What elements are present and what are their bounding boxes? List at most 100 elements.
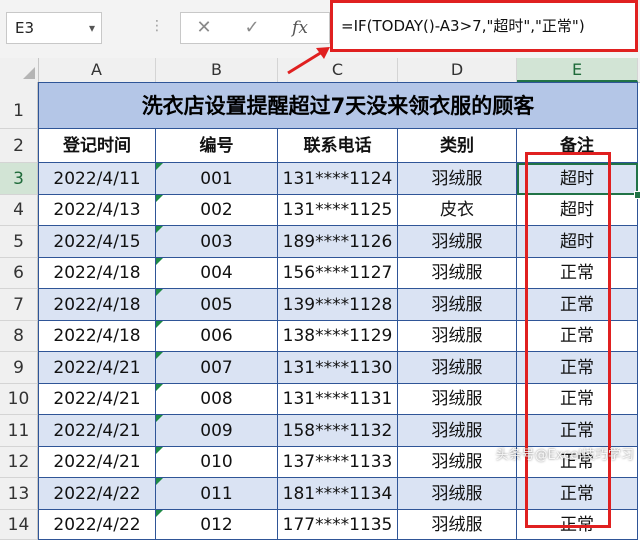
column-header-b[interactable]: B [156,58,278,82]
data-cell[interactable]: 131****1125 [278,195,398,226]
data-cell[interactable]: 2022/4/21 [38,384,156,415]
header-cell-b[interactable]: 编号 [156,129,278,163]
data-cell[interactable]: 羽绒服 [398,163,517,195]
data-cell[interactable]: 2022/4/11 [38,163,156,195]
data-cell[interactable]: 138****1129 [278,321,398,352]
column-header-c[interactable]: C [278,58,398,82]
data-cell[interactable]: 009 [156,415,278,447]
row-header-8[interactable]: 8 [0,321,38,352]
data-cell[interactable]: 羽绒服 [398,289,517,321]
header-cell-a[interactable]: 登记时间 [38,129,156,163]
data-cell[interactable]: 005 [156,289,278,321]
select-all-corner[interactable] [0,58,39,82]
data-cell[interactable]: 2022/4/22 [38,510,156,540]
data-cell[interactable]: 正常 [517,384,638,415]
row-header-7[interactable]: 7 [0,289,38,321]
column-header-a[interactable]: A [38,58,156,82]
header-cell-c[interactable]: 联系电话 [278,129,398,163]
data-cell[interactable]: 正常 [517,321,638,352]
row-header-9[interactable]: 9 [0,352,38,384]
header-cell-d[interactable]: 类别 [398,129,517,163]
data-cell[interactable]: 2022/4/22 [38,478,156,510]
data-cell[interactable]: 131****1130 [278,352,398,384]
row-header-4[interactable]: 4 [0,195,38,226]
data-cell[interactable]: 007 [156,352,278,384]
column-header-d[interactable]: D [398,58,517,82]
data-cell[interactable]: 正常 [517,478,638,510]
row-header-14[interactable]: 14 [0,510,38,540]
enter-icon[interactable]: ✓ [237,13,267,43]
insert-function-icon[interactable]: fx [285,13,315,43]
data-cell[interactable]: 羽绒服 [398,478,517,510]
data-cell[interactable]: 2022/4/21 [38,447,156,478]
error-indicator-icon[interactable] [156,510,163,517]
row-header-1[interactable]: 1 [0,82,38,129]
row-header-5[interactable]: 5 [0,226,38,258]
error-indicator-icon[interactable] [156,226,163,233]
data-cell[interactable]: 正常 [517,415,638,447]
data-cell[interactable]: 2022/4/18 [38,321,156,352]
data-cell[interactable]: 011 [156,478,278,510]
error-indicator-icon[interactable] [156,163,163,170]
formula-bar-grip-icon[interactable]: ⋮ [150,18,164,34]
data-cell[interactable]: 001 [156,163,278,195]
data-cell[interactable]: 2022/4/13 [38,195,156,226]
row-header-10[interactable]: 10 [0,384,38,415]
cancel-icon[interactable]: ✕ [189,13,219,43]
row-header-11[interactable]: 11 [0,415,38,447]
data-cell[interactable]: 羽绒服 [398,352,517,384]
data-cell[interactable]: 正常 [517,352,638,384]
data-cell[interactable]: 超时 [517,195,638,226]
data-cell[interactable]: 002 [156,195,278,226]
data-cell[interactable]: 超时 [517,163,638,195]
formula-input[interactable]: =IF(TODAY()-A3>7,"超时","正常") [330,0,638,52]
data-cell[interactable]: 003 [156,226,278,258]
column-header-e[interactable]: E [517,58,638,82]
data-cell[interactable]: 2022/4/21 [38,415,156,447]
header-cell-e[interactable]: 备注 [517,129,638,163]
error-indicator-icon[interactable] [156,447,163,454]
name-box[interactable]: E3 ▾ [6,12,102,44]
error-indicator-icon[interactable] [156,195,163,202]
error-indicator-icon[interactable] [156,321,163,328]
data-cell[interactable]: 正常 [517,258,638,289]
row-header-6[interactable]: 6 [0,258,38,289]
data-cell[interactable]: 2022/4/18 [38,289,156,321]
data-cell[interactable]: 189****1126 [278,226,398,258]
error-indicator-icon[interactable] [156,384,163,391]
data-cell[interactable]: 皮衣 [398,195,517,226]
row-header-3[interactable]: 3 [0,163,38,195]
data-cell[interactable]: 181****1134 [278,478,398,510]
data-cell[interactable]: 正常 [517,510,638,540]
data-cell[interactable]: 139****1128 [278,289,398,321]
chevron-down-icon[interactable]: ▾ [89,13,95,43]
data-cell[interactable]: 超时 [517,226,638,258]
error-indicator-icon[interactable] [156,352,163,359]
data-cell[interactable]: 羽绒服 [398,415,517,447]
data-cell[interactable]: 177****1135 [278,510,398,540]
data-cell[interactable]: 156****1127 [278,258,398,289]
data-cell[interactable]: 羽绒服 [398,510,517,540]
data-cell[interactable]: 008 [156,384,278,415]
row-header-2[interactable]: 2 [0,129,38,163]
data-cell[interactable]: 2022/4/18 [38,258,156,289]
data-cell[interactable]: 137****1133 [278,447,398,478]
data-cell[interactable]: 羽绒服 [398,226,517,258]
data-cell[interactable]: 羽绒服 [398,258,517,289]
error-indicator-icon[interactable] [156,289,163,296]
data-cell[interactable]: 010 [156,447,278,478]
data-cell[interactable]: 2022/4/21 [38,352,156,384]
data-cell[interactable]: 012 [156,510,278,540]
data-cell[interactable]: 004 [156,258,278,289]
data-cell[interactable]: 羽绒服 [398,384,517,415]
data-cell[interactable]: 131****1124 [278,163,398,195]
error-indicator-icon[interactable] [156,478,163,485]
row-header-13[interactable]: 13 [0,478,38,510]
data-cell[interactable]: 2022/4/15 [38,226,156,258]
data-cell[interactable]: 羽绒服 [398,321,517,352]
fill-handle[interactable] [634,191,640,199]
data-cell[interactable]: 006 [156,321,278,352]
sheet-title[interactable]: 洗衣店设置提醒超过7天没来领衣服的顾客 [38,82,638,129]
data-cell[interactable]: 158****1132 [278,415,398,447]
error-indicator-icon[interactable] [156,415,163,422]
